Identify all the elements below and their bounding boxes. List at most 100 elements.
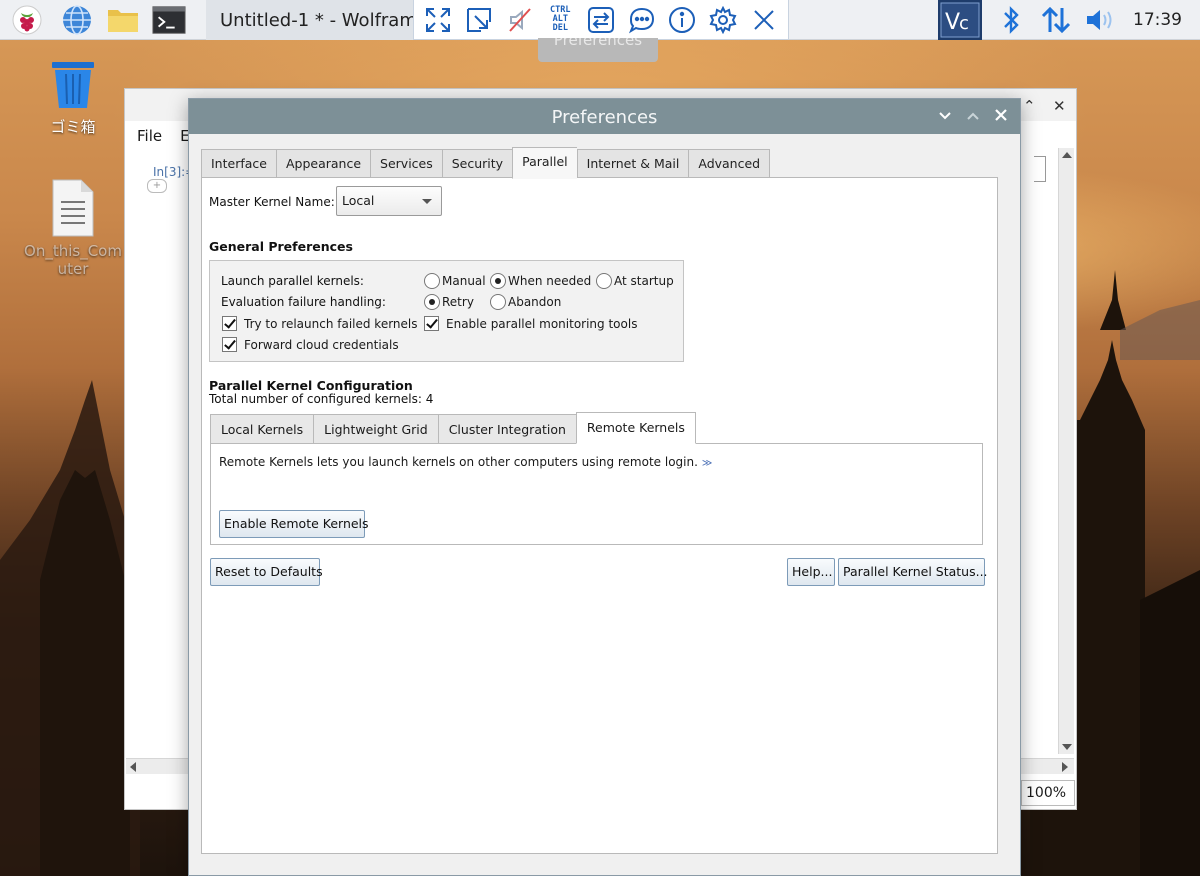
svg-text:c: c	[959, 13, 969, 34]
radio-icon	[424, 273, 440, 289]
tab-advanced[interactable]: Advanced	[688, 149, 771, 179]
wolfram-task-button[interactable]: Untitled-1 * - Wolfram	[206, 0, 416, 40]
checkbox-checked-icon	[424, 316, 439, 331]
vnc-tray-button[interactable]: V c	[938, 0, 982, 40]
network-icon	[1041, 6, 1071, 34]
tab-appearance[interactable]: Appearance	[275, 149, 371, 179]
chat-icon	[628, 7, 654, 33]
failure-handling-label: Evaluation failure handling:	[221, 295, 386, 309]
notebook-menubar: File E	[137, 127, 190, 145]
radio-icon	[490, 294, 506, 310]
launch-when-needed-radio[interactable]: When needed	[490, 273, 591, 289]
forward-cloud-checkbox[interactable]: Forward cloud credentials	[222, 337, 399, 352]
ctrl-alt-del-button[interactable]: CTRL ALT DEL	[544, 4, 576, 36]
dialog-minimize-button[interactable]	[939, 99, 951, 134]
settings-icon	[709, 5, 737, 34]
subtab-lightweight-grid[interactable]: Lightweight Grid	[313, 414, 438, 444]
desktop-icon-label: ゴミ箱	[50, 118, 96, 136]
close-icon	[995, 109, 1007, 121]
launch-manual-radio[interactable]: Manual	[424, 273, 486, 289]
info-button[interactable]	[666, 4, 698, 36]
notebook-close-button[interactable]: ✕	[1053, 97, 1066, 115]
enable-remote-kernels-button[interactable]: Enable Remote Kernels	[219, 510, 369, 538]
relaunch-failed-checkbox[interactable]: Try to relaunch failed kernels	[222, 316, 418, 331]
bluetooth-icon	[1004, 6, 1019, 34]
fullscreen-icon	[426, 7, 451, 32]
close-vnc-button[interactable]	[748, 4, 780, 36]
kernel-config-tabs: Local Kernels Lightweight Grid Cluster I…	[210, 412, 696, 444]
remote-kernels-description: Remote Kernels lets you launch kernels o…	[219, 455, 698, 469]
fullscreen-button[interactable]	[422, 4, 454, 36]
mute-button[interactable]	[504, 4, 536, 36]
web-browser-icon	[63, 5, 91, 35]
add-cell-icon[interactable]: +	[147, 179, 167, 193]
tab-services[interactable]: Services	[370, 149, 442, 179]
subtab-cluster-integration[interactable]: Cluster Integration	[437, 414, 576, 444]
scroll-down-icon[interactable]	[1062, 744, 1072, 750]
master-kernel-dropdown[interactable]: Local	[336, 186, 442, 216]
file-transfer-button[interactable]	[585, 4, 617, 36]
more-info-link[interactable]: ≫	[702, 458, 712, 469]
terminal-button[interactable]	[152, 4, 186, 36]
file-manager-icon	[108, 10, 138, 32]
vnc-icon: V c	[940, 2, 980, 38]
notebook-maximize-button[interactable]: ⌃	[1023, 97, 1036, 115]
kernel-config-heading: Parallel Kernel Configuration	[209, 378, 413, 393]
scale-button[interactable]	[463, 4, 495, 36]
tab-security[interactable]: Security	[441, 149, 513, 179]
vnc-toolbar: CTRL ALT DEL	[413, 0, 789, 40]
transfer-icon	[587, 6, 614, 33]
volume-icon	[1087, 10, 1112, 30]
terminal-icon	[152, 6, 186, 34]
subtab-local-kernels[interactable]: Local Kernels	[210, 414, 314, 444]
settings-button[interactable]	[707, 4, 739, 36]
remote-kernels-description-row: Remote Kernels lets you launch kernels o…	[219, 455, 712, 469]
file-manager-button[interactable]	[106, 4, 140, 36]
subtab-remote-kernels[interactable]: Remote Kernels	[575, 412, 696, 444]
reset-to-defaults-button[interactable]: Reset to Defaults	[210, 558, 323, 586]
close-icon	[753, 9, 774, 30]
scroll-up-icon[interactable]	[1062, 152, 1072, 158]
parallel-kernel-status-button[interactable]: Parallel Kernel Status...	[838, 558, 988, 586]
bluetooth-button[interactable]	[996, 0, 1026, 40]
general-preferences-box: Launch parallel kernels: Manual When nee…	[209, 260, 684, 362]
master-kernel-label: Master Kernel Name:	[209, 195, 335, 209]
failure-retry-radio[interactable]: Retry	[424, 294, 474, 310]
remote-kernels-panel: Remote Kernels lets you launch kernels o…	[210, 443, 983, 545]
desktop-icon-document[interactable]: On_this_Com uter	[18, 178, 128, 278]
raspberry-menu-button[interactable]	[10, 4, 44, 36]
relaunch-failed-label: Try to relaunch failed kernels	[244, 316, 418, 331]
tab-parallel[interactable]: Parallel	[512, 147, 577, 179]
tab-interface[interactable]: Interface	[201, 149, 276, 179]
chat-button[interactable]	[626, 4, 658, 36]
preferences-dialog: Preferences Interface Appearance Service…	[188, 98, 1021, 876]
monitoring-tools-label: Enable parallel monitoring tools	[446, 316, 638, 331]
ghost-preferences-tooltip: Preferences	[538, 38, 658, 62]
radio-icon	[596, 273, 612, 289]
network-button[interactable]	[1038, 0, 1074, 40]
notebook-vertical-scrollbar[interactable]	[1058, 148, 1074, 754]
help-button[interactable]: Help...	[787, 558, 835, 586]
scroll-right-icon[interactable]	[1062, 762, 1068, 772]
mute-icon	[508, 7, 531, 32]
desktop-icon-trash[interactable]: ゴミ箱	[18, 58, 128, 137]
checkbox-checked-icon	[222, 337, 237, 352]
tab-internet-mail[interactable]: Internet & Mail	[576, 149, 689, 179]
general-preferences-heading: General Preferences	[209, 239, 353, 254]
scroll-left-icon[interactable]	[130, 762, 136, 772]
chevron-down-icon	[939, 112, 951, 120]
chevron-up-icon	[967, 112, 979, 120]
dialog-titlebar[interactable]: Preferences	[189, 99, 1020, 134]
dialog-maximize-button[interactable]	[967, 99, 979, 134]
dialog-close-button[interactable]	[995, 99, 1007, 134]
zoom-selector[interactable]: 100%	[1021, 780, 1075, 806]
web-browser-button[interactable]	[60, 4, 94, 36]
launch-at-startup-radio[interactable]: At startup	[596, 273, 674, 289]
menu-file[interactable]: File	[137, 127, 162, 145]
launch-kernels-label: Launch parallel kernels:	[221, 274, 364, 288]
monitoring-tools-checkbox[interactable]: Enable parallel monitoring tools	[424, 316, 637, 331]
volume-button[interactable]	[1082, 0, 1118, 40]
cell-bracket[interactable]	[1034, 156, 1046, 182]
failure-abandon-radio[interactable]: Abandon	[490, 294, 561, 310]
trash-icon	[52, 62, 94, 108]
